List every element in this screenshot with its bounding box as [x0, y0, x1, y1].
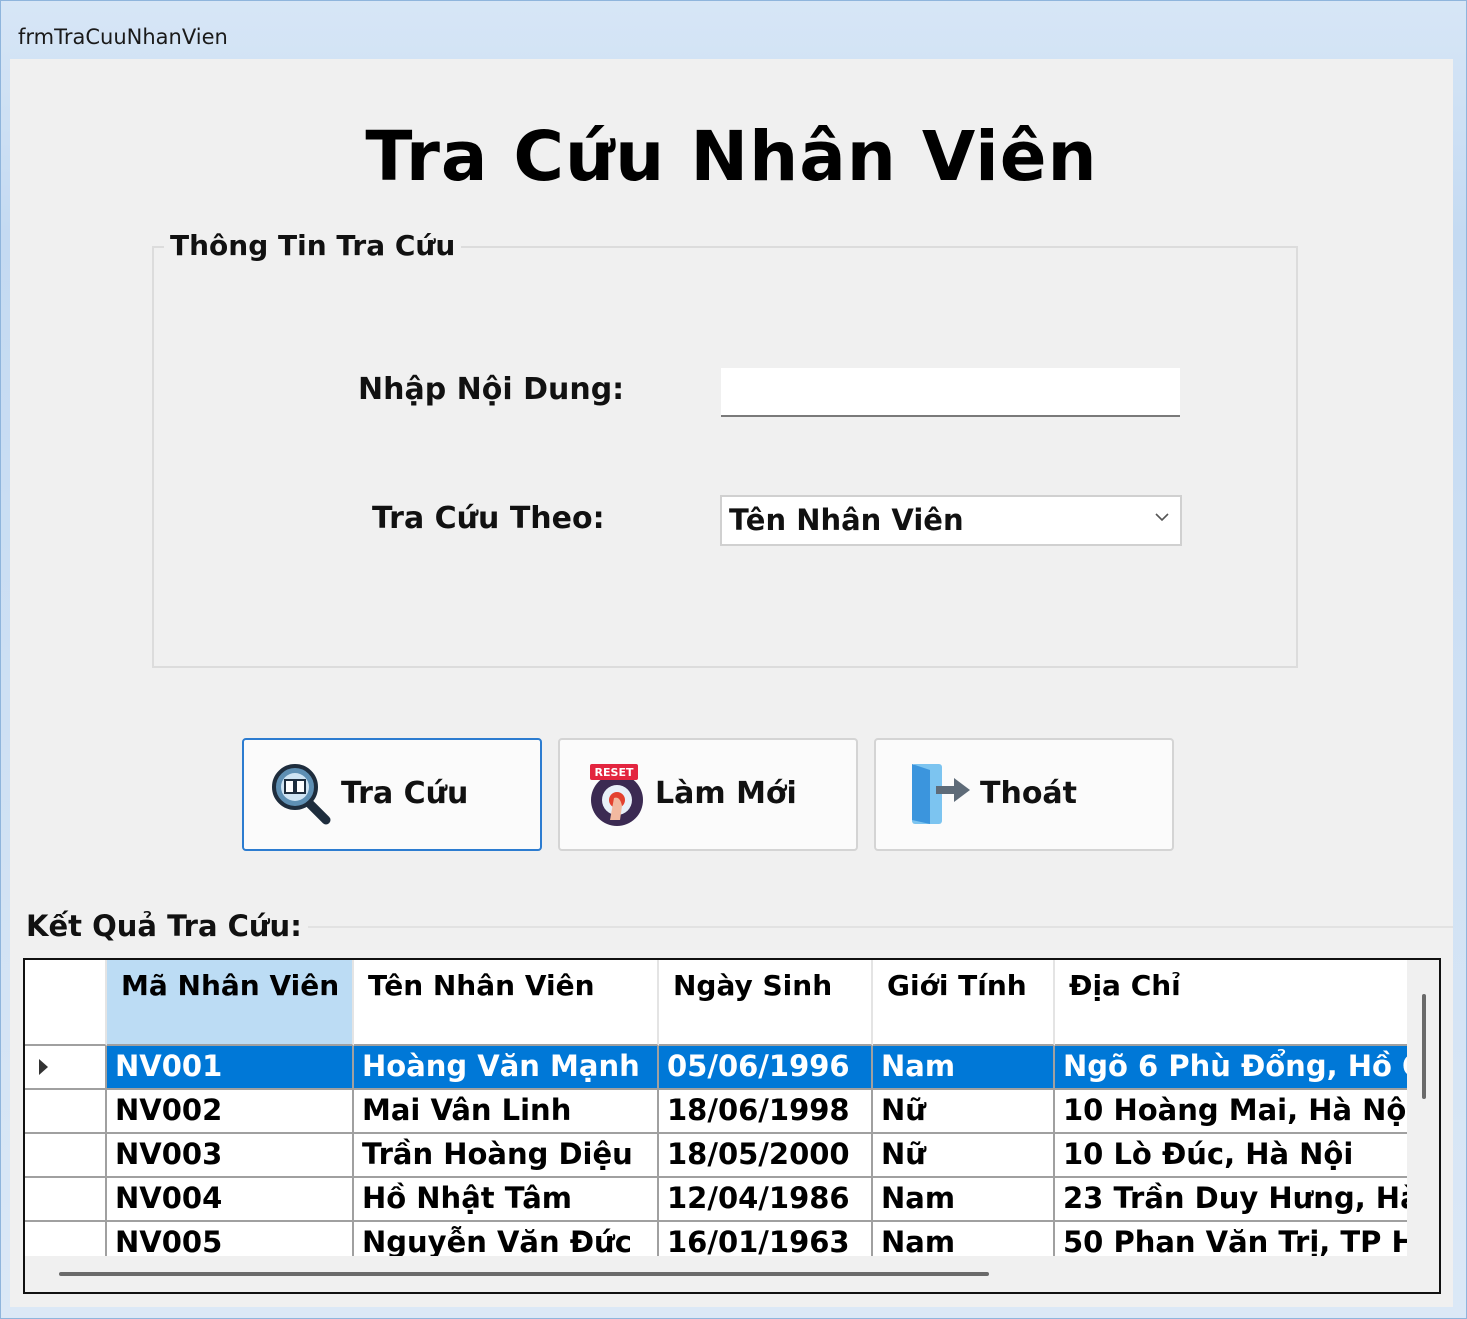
column-header-ngay-sinh[interactable]: Ngày Sinh [659, 960, 873, 1046]
reset-button-label: Làm Mới [655, 776, 797, 811]
chevron-down-icon [1155, 513, 1169, 522]
cell-ma-nhan-vien[interactable]: NV001 [107, 1046, 354, 1090]
grid-corner-cell[interactable] [25, 960, 107, 1046]
cell-ngay-sinh[interactable]: 18/05/2000 [659, 1134, 873, 1178]
exit-door-icon [912, 764, 970, 824]
reset-badge-text: RESET [595, 766, 634, 779]
form-client-area: Tra Cứu Nhân Viên Thông Tin Tra Cứu Nhập… [10, 59, 1453, 1307]
search-by-selected-value: Tên Nhân Viên [729, 503, 964, 537]
search-by-select[interactable]: Tên Nhân Viên [720, 495, 1182, 546]
table-row[interactable]: NV003 Trần Hoàng Diệu 18/05/2000 Nữ 10 L… [25, 1134, 1407, 1178]
cell-ten-nhan-vien[interactable]: Nguyễn Văn Đức [354, 1222, 659, 1256]
reset-button[interactable]: RESET Làm Mới [558, 738, 858, 851]
cell-dia-chi[interactable]: 23 Trần Duy Hưng, Hà N [1055, 1178, 1407, 1222]
row-header[interactable] [25, 1134, 107, 1178]
cell-ten-nhan-vien[interactable]: Hồ Nhật Tâm [354, 1178, 659, 1222]
app-window: frmTraCuuNhanVien Tra Cứu Nhân Viên Thôn… [0, 0, 1467, 1319]
row-header[interactable] [25, 1090, 107, 1134]
cell-ngay-sinh[interactable]: 12/04/1986 [659, 1178, 873, 1222]
search-button[interactable]: Tra Cứu [242, 738, 542, 851]
vertical-scrollbar[interactable] [1408, 960, 1439, 1256]
grid-header-row: Mã Nhân Viên Tên Nhân Viên Ngày Sinh Giớ… [25, 960, 1407, 1046]
horizontal-scrollbar[interactable] [25, 1256, 1407, 1292]
cell-dia-chi[interactable]: Ngõ 6 Phù Đổng, Hồ Chí [1055, 1046, 1407, 1090]
cell-ngay-sinh[interactable]: 05/06/1996 [659, 1046, 873, 1090]
column-header-ten-nhan-vien[interactable]: Tên Nhân Viên [354, 960, 659, 1046]
cell-ten-nhan-vien[interactable]: Mai Vân Linh [354, 1090, 659, 1134]
exit-button[interactable]: Thoát [874, 738, 1174, 851]
search-groupbox-legend: Thông Tin Tra Cứu [164, 229, 462, 262]
cell-gioi-tinh[interactable]: Nữ [873, 1134, 1055, 1178]
cell-dia-chi[interactable]: 10 Lò Đúc, Hà Nội [1055, 1134, 1407, 1178]
cell-ngay-sinh[interactable]: 16/01/1963 [659, 1222, 873, 1256]
column-header-dia-chi[interactable]: Địa Chỉ [1055, 960, 1407, 1046]
cell-gioi-tinh[interactable]: Nam [873, 1178, 1055, 1222]
search-button-label: Tra Cứu [341, 776, 469, 811]
exit-button-label: Thoát [980, 776, 1078, 811]
window-title: frmTraCuuNhanVien [18, 25, 228, 49]
results-grid-body: Mã Nhân Viên Tên Nhân Viên Ngày Sinh Giớ… [25, 960, 1407, 1256]
cell-dia-chi[interactable]: 10 Hoàng Mai, Hà Nội [1055, 1090, 1407, 1134]
cell-gioi-tinh[interactable]: Nam [873, 1046, 1055, 1090]
magnifier-icon [272, 764, 331, 825]
content-input[interactable] [721, 368, 1180, 417]
results-legend: Kết Quả Tra Cứu: [26, 909, 308, 943]
cell-gioi-tinh[interactable]: Nữ [873, 1090, 1055, 1134]
page-title: Tra Cứu Nhân Viên [365, 117, 1098, 197]
table-row[interactable]: NV002 Mai Vân Linh 18/06/1998 Nữ 10 Hoàn… [25, 1090, 1407, 1134]
table-row[interactable]: NV001 Hoàng Văn Mạnh 05/06/1996 Nam Ngõ … [25, 1046, 1407, 1090]
cell-dia-chi[interactable]: 50 Phan Văn Trị, TP HCI [1055, 1222, 1407, 1256]
cell-ma-nhan-vien[interactable]: NV004 [107, 1178, 354, 1222]
search-by-label: Tra Cứu Theo: [372, 501, 605, 536]
column-header-ma-nhan-vien[interactable]: Mã Nhân Viên [107, 960, 354, 1046]
results-separator [292, 926, 1453, 928]
results-grid[interactable]: Mã Nhân Viên Tên Nhân Viên Ngày Sinh Giớ… [23, 958, 1441, 1294]
row-header[interactable] [25, 1178, 107, 1222]
cell-ma-nhan-vien[interactable]: NV005 [107, 1222, 354, 1256]
row-header[interactable] [25, 1222, 107, 1256]
column-header-gioi-tinh[interactable]: Giới Tính [873, 960, 1055, 1046]
cell-ma-nhan-vien[interactable]: NV003 [107, 1134, 354, 1178]
current-row-arrow-icon [39, 1059, 48, 1075]
cell-ten-nhan-vien[interactable]: Trần Hoàng Diệu [354, 1134, 659, 1178]
cell-ngay-sinh[interactable]: 18/06/1998 [659, 1090, 873, 1134]
cell-ten-nhan-vien[interactable]: Hoàng Văn Mạnh [354, 1046, 659, 1090]
reset-icon: RESET [590, 764, 643, 826]
search-groupbox [152, 246, 1298, 668]
cell-gioi-tinh[interactable]: Nam [873, 1222, 1055, 1256]
horizontal-scroll-thumb[interactable] [59, 1272, 989, 1276]
table-row[interactable]: NV005 Nguyễn Văn Đức 16/01/1963 Nam 50 P… [25, 1222, 1407, 1256]
table-row[interactable]: NV004 Hồ Nhật Tâm 12/04/1986 Nam 23 Trần… [25, 1178, 1407, 1222]
vertical-scroll-thumb[interactable] [1422, 994, 1426, 1099]
row-header[interactable] [25, 1046, 107, 1090]
cell-ma-nhan-vien[interactable]: NV002 [107, 1090, 354, 1134]
content-label: Nhập Nội Dung: [358, 372, 625, 407]
